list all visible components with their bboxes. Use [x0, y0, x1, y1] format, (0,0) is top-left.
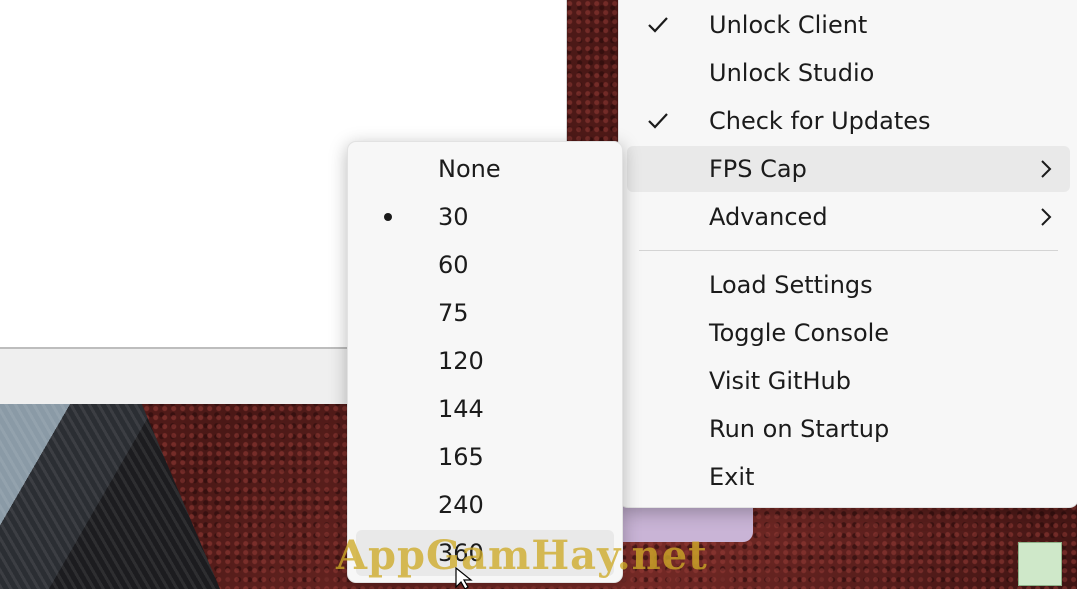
fps-option-label: None [438, 155, 501, 183]
fps-option-label: 60 [438, 251, 469, 279]
fps-option-none[interactable]: None [356, 146, 614, 192]
menu-item-label: Exit [709, 463, 755, 491]
menu-item-unlock-studio[interactable]: Unlock Studio [627, 50, 1070, 96]
menu-item-label: Visit GitHub [709, 367, 851, 395]
fps-option-165[interactable]: 165 [356, 434, 614, 480]
menu-item-exit[interactable]: Exit [627, 454, 1070, 500]
menu-item-label: Unlock Client [709, 11, 868, 39]
menu-item-check-for-updates[interactable]: Check for Updates [627, 98, 1070, 144]
fps-option-144[interactable]: 144 [356, 386, 614, 432]
menu-separator [639, 250, 1058, 251]
checkmark-icon [648, 113, 668, 129]
menu-item-label: Unlock Studio [709, 59, 875, 87]
menu-item-label: Toggle Console [709, 319, 890, 347]
channel-avatar-icon [1018, 542, 1062, 586]
fps-option-label: 240 [438, 491, 484, 519]
fps-option-120[interactable]: 120 [356, 338, 614, 384]
fps-option-75[interactable]: 75 [356, 290, 614, 336]
menu-item-visit-github[interactable]: Visit GitHub [627, 358, 1070, 404]
fps-option-label: 120 [438, 347, 484, 375]
fps-option-60[interactable]: 60 [356, 242, 614, 288]
menu-item-label: Advanced [709, 203, 828, 231]
fps-cap-submenu: None 30 60 75 120 144 165 240 360 [347, 141, 623, 583]
menu-item-fps-cap[interactable]: FPS Cap [627, 146, 1070, 192]
checkmark-icon [648, 17, 668, 33]
chevron-right-icon [1041, 160, 1052, 178]
mouse-cursor-icon [455, 567, 473, 589]
menu-item-load-settings[interactable]: Load Settings [627, 262, 1070, 308]
menu-item-run-on-startup[interactable]: Run on Startup [627, 406, 1070, 452]
menu-item-unlock-client[interactable]: Unlock Client [627, 2, 1070, 48]
menu-item-label: Run on Startup [709, 415, 890, 443]
menu-item-advanced[interactable]: Advanced [627, 194, 1070, 240]
fps-option-label: 30 [438, 203, 469, 231]
menu-item-label: Check for Updates [709, 107, 931, 135]
fps-option-label: 75 [438, 299, 469, 327]
fps-option-240[interactable]: 240 [356, 482, 614, 528]
fps-option-label: 165 [438, 443, 484, 471]
radio-bullet-icon [384, 213, 392, 221]
watermark: AppGamHay.net [336, 532, 708, 579]
tray-context-menu: Unlock Client Unlock Studio Check for Up… [618, 0, 1077, 508]
chevron-right-icon [1041, 208, 1052, 226]
menu-item-label: Load Settings [709, 271, 873, 299]
fps-option-label: 144 [438, 395, 484, 423]
fps-option-30[interactable]: 30 [356, 194, 614, 240]
menu-item-label: FPS Cap [709, 155, 807, 183]
menu-item-toggle-console[interactable]: Toggle Console [627, 310, 1070, 356]
